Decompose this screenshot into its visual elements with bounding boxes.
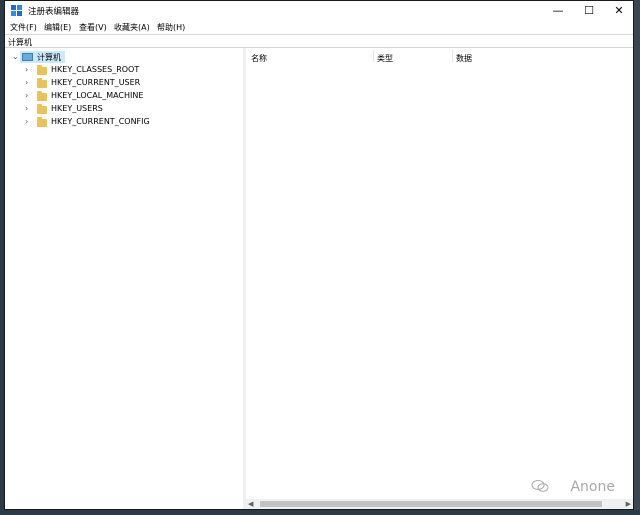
tree-item-label: HKEY_CURRENT_USER — [51, 78, 141, 87]
watermark-text: Anone — [570, 479, 615, 495]
desktop-background-bottom — [0, 510, 640, 515]
tree-item-hkey-current-user[interactable]: › HKEY_CURRENT_USER — [25, 77, 165, 89]
menu-favorites[interactable]: 收藏夹(A) — [114, 22, 150, 33]
close-button[interactable]: ✕ — [604, 1, 634, 20]
maximize-button[interactable]: ☐ — [574, 1, 604, 20]
column-header-name[interactable]: 名称 — [251, 53, 267, 64]
tree-item-hkey-local-machine[interactable]: › HKEY_LOCAL_MACHINE — [25, 90, 165, 102]
column-separator[interactable] — [373, 50, 374, 62]
tree-item-label: HKEY_CURRENT_CONFIG — [51, 117, 150, 126]
horizontal-scrollbar[interactable]: ◀ ▶ — [246, 499, 633, 509]
column-header-type[interactable]: 类型 — [377, 53, 393, 64]
address-path: 计算机 — [8, 38, 32, 47]
values-list-pane[interactable]: 名称 类型 数据 ◀ ▶ — [246, 48, 633, 509]
folder-icon — [37, 104, 47, 114]
folder-icon — [37, 91, 47, 101]
desktop-background-right — [634, 0, 640, 515]
tree-item-label: HKEY_LOCAL_MACHINE — [51, 91, 144, 100]
tree-item-hkey-classes-root[interactable]: › HKEY_CLASSES_ROOT — [25, 64, 165, 76]
chevron-right-icon[interactable]: › — [25, 104, 33, 114]
chevron-right-icon[interactable]: › — [25, 91, 33, 101]
title-bar[interactable]: 注册表编辑器 — ☐ ✕ — [5, 1, 633, 20]
address-bar[interactable]: 计算机 — [5, 34, 633, 48]
menu-view[interactable]: 查看(V) — [79, 22, 107, 33]
menu-help[interactable]: 帮助(H) — [157, 22, 185, 33]
folder-icon — [37, 117, 47, 127]
tree-item-hkey-users[interactable]: › HKEY_USERS — [25, 103, 165, 115]
folder-icon — [37, 78, 47, 88]
scroll-right-icon[interactable]: ▶ — [626, 499, 631, 509]
chevron-right-icon[interactable]: › — [25, 117, 33, 127]
registry-tree-pane[interactable]: 计算机 ⌄ › HKEY_CLASSES_ROOT › HKEY_CURRENT… — [5, 48, 244, 509]
menu-edit[interactable]: 编辑(E) — [44, 22, 71, 33]
window-title: 注册表编辑器 — [28, 7, 80, 17]
registry-editor-app-icon — [11, 5, 22, 16]
folder-icon — [37, 65, 47, 75]
wechat-watermark-icon — [531, 480, 549, 492]
chevron-right-icon[interactable]: › — [25, 65, 33, 75]
tree-item-hkey-current-config[interactable]: › HKEY_CURRENT_CONFIG — [25, 116, 165, 128]
menu-file[interactable]: 文件(F) — [10, 22, 37, 33]
tree-item-label: 计算机 — [37, 53, 61, 62]
menu-bar: 文件(F) 编辑(E) 查看(V) 收藏夹(A) 帮助(H) — [5, 20, 633, 34]
chevron-right-icon[interactable]: › — [25, 78, 33, 88]
scrollbar-thumb[interactable] — [260, 501, 602, 507]
computer-icon — [22, 53, 33, 61]
tree-item-computer[interactable]: 计算机 — [20, 51, 65, 63]
column-header-data[interactable]: 数据 — [456, 53, 472, 64]
scroll-left-icon[interactable]: ◀ — [248, 499, 253, 509]
tree-item-label: HKEY_USERS — [51, 104, 103, 113]
column-separator[interactable] — [452, 50, 453, 62]
registry-editor-window: 注册表编辑器 — ☐ ✕ 文件(F) 编辑(E) 查看(V) 收藏夹(A) 帮助… — [4, 0, 634, 510]
chevron-down-icon[interactable]: ⌄ — [12, 52, 20, 62]
minimize-button[interactable]: — — [543, 1, 573, 20]
tree-item-label: HKEY_CLASSES_ROOT — [51, 65, 140, 74]
